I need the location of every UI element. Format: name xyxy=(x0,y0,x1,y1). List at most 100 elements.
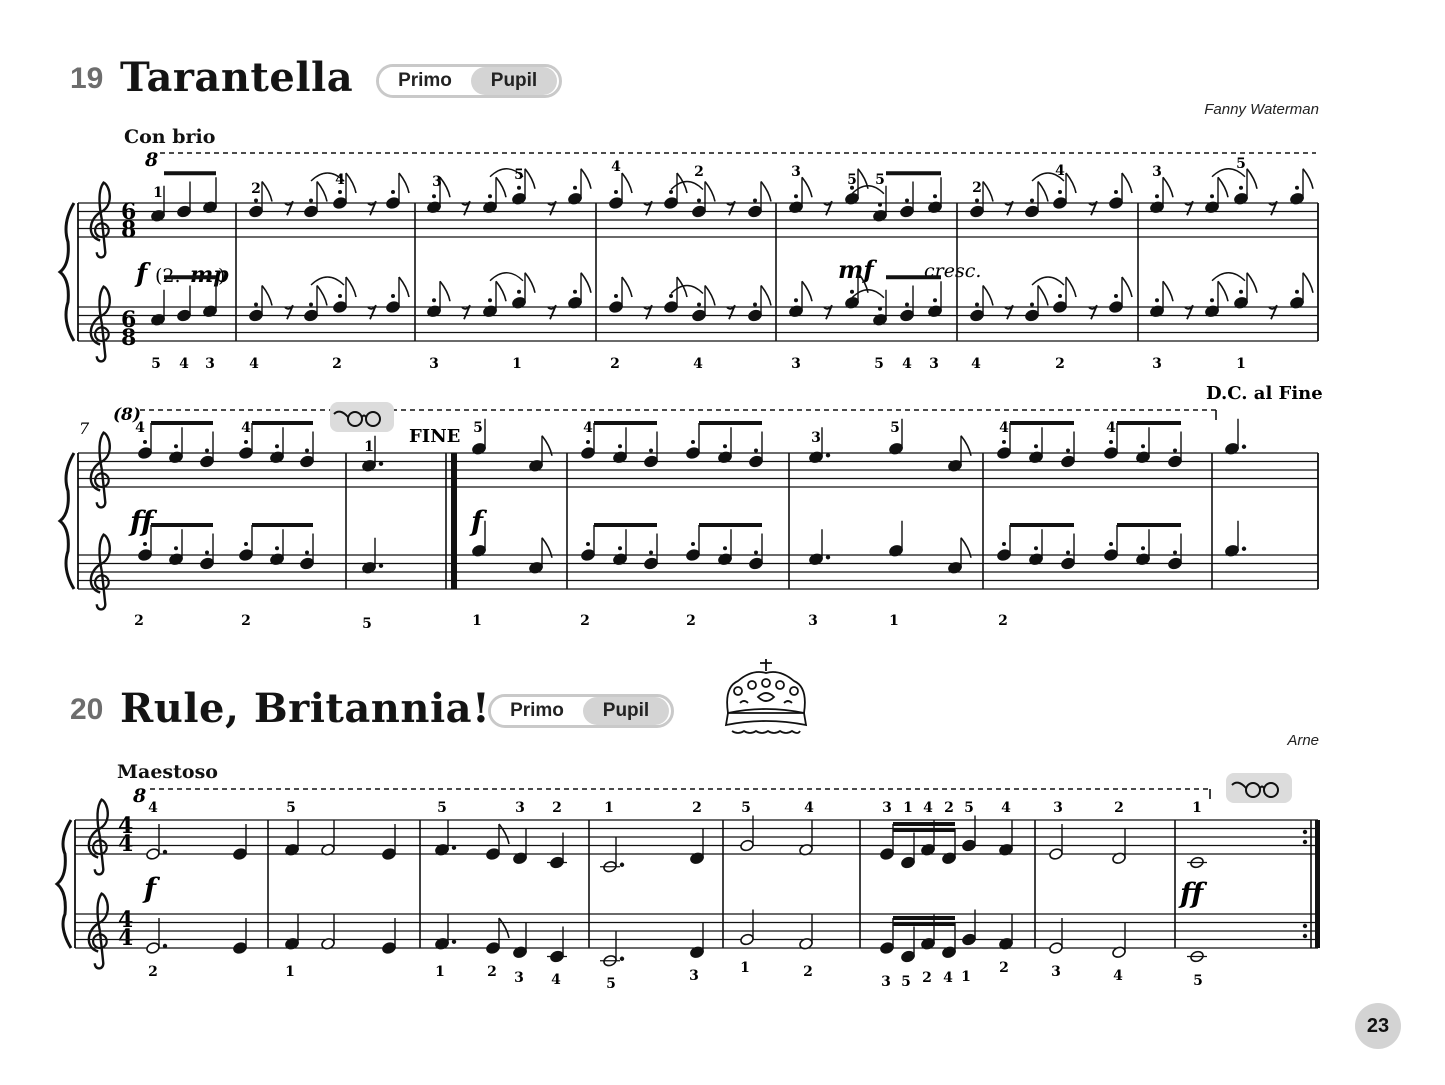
dynamic-forte: f xyxy=(134,259,151,289)
staccato-dot xyxy=(878,306,882,311)
notehead xyxy=(749,557,763,570)
staccato-dot xyxy=(975,302,979,307)
note-flag xyxy=(1302,168,1314,189)
fingering-number: 2 xyxy=(580,613,590,629)
fingering-number: 1 xyxy=(1192,800,1202,816)
toggle-pupil[interactable]: Pupil xyxy=(583,697,669,725)
notehead xyxy=(962,933,976,946)
notehead xyxy=(740,933,754,946)
notehead xyxy=(749,455,763,468)
fine-label: FINE xyxy=(409,426,460,447)
staccato-dot xyxy=(1155,194,1159,199)
fingering-number: 5 xyxy=(875,172,885,188)
staccato-dot xyxy=(975,198,979,203)
notehead xyxy=(664,301,678,313)
staccato-dot xyxy=(244,440,248,444)
fingering-number: 5 xyxy=(847,172,857,188)
time-sig-top-den: 4 xyxy=(118,831,133,857)
fingering-number: 4 xyxy=(611,159,621,175)
fingering-number: 5 xyxy=(286,800,296,816)
staccato-dot xyxy=(1109,542,1113,546)
dynamic-fortissimo: ff xyxy=(1178,877,1208,910)
notehead xyxy=(300,455,314,468)
notehead xyxy=(664,197,678,209)
staccato-dot xyxy=(309,198,313,203)
notehead xyxy=(239,549,253,561)
staccato-dot xyxy=(1141,546,1145,551)
measure-number: 7 xyxy=(79,419,90,438)
fingering-number: 3 xyxy=(1051,964,1061,980)
fingering-number: 1 xyxy=(604,800,614,816)
staccato-dot xyxy=(275,546,279,551)
staccato-dot xyxy=(586,440,590,444)
augmentation-dot xyxy=(378,461,384,466)
fingering-number: 5 xyxy=(1193,973,1203,989)
fingering-number: 1 xyxy=(889,613,899,629)
notehead xyxy=(1061,455,1075,468)
fingering-number: 2 xyxy=(241,613,251,629)
fingering-number: 5 xyxy=(151,356,161,372)
staccato-dot xyxy=(753,302,757,307)
fingering-number: 2 xyxy=(251,181,261,197)
slur xyxy=(489,272,524,282)
fingering-number: 2 xyxy=(694,164,704,180)
staccato-dot xyxy=(1114,294,1118,298)
toggle-primo[interactable]: Primo xyxy=(491,697,583,725)
composer: Arne xyxy=(1287,732,1319,749)
fingering-number: 4 xyxy=(923,800,933,816)
fingering-number: 2 xyxy=(610,356,620,372)
notehead xyxy=(382,848,396,860)
notehead xyxy=(692,309,706,322)
slur xyxy=(670,180,704,190)
augmentation-dot xyxy=(378,563,384,568)
slur xyxy=(1211,272,1246,282)
fingering-number: 1 xyxy=(435,964,445,980)
note-flag xyxy=(495,176,507,198)
fingering-number: 3 xyxy=(689,968,699,984)
staccato-dot xyxy=(1295,289,1299,294)
staccato-dot xyxy=(391,294,395,298)
notehead xyxy=(880,848,894,860)
note-flag xyxy=(1302,272,1314,293)
staccato-dot xyxy=(614,294,618,298)
note-flag xyxy=(760,181,772,202)
fingering-number: 3 xyxy=(515,800,525,816)
fingering-number: 5 xyxy=(362,616,372,632)
augmentation-dot xyxy=(162,849,168,855)
staccato-dot xyxy=(1002,542,1006,546)
staccato-dot xyxy=(1141,444,1145,449)
fingering-number: 5 xyxy=(514,167,524,183)
notehead xyxy=(609,197,623,209)
fingering-number: 3 xyxy=(882,800,892,816)
staccato-dot xyxy=(488,194,492,199)
fingering-number: 3 xyxy=(808,613,818,629)
fingering-number: 4 xyxy=(148,800,158,816)
notehead xyxy=(486,942,500,954)
notehead xyxy=(644,455,658,468)
dynamic-fortissimo: ff xyxy=(128,505,158,538)
staccato-dot xyxy=(1114,190,1118,194)
notehead xyxy=(1168,557,1182,570)
notehead xyxy=(138,549,152,561)
primo-pupil-toggle[interactable]: Primo Pupil xyxy=(488,694,674,728)
fingering-number: 4 xyxy=(1106,420,1116,436)
notehead xyxy=(1104,447,1118,459)
staccato-dot xyxy=(794,298,798,303)
staccato-dot xyxy=(1239,185,1243,190)
staccato-dot xyxy=(573,289,577,294)
note-flag xyxy=(621,172,633,194)
staccato-dot xyxy=(1058,190,1062,194)
staccato-dot xyxy=(1295,185,1299,190)
note-flag xyxy=(1162,280,1174,302)
notehead xyxy=(1104,549,1118,561)
staccato-dot xyxy=(1210,194,1214,199)
staccato-dot xyxy=(697,198,701,203)
staccato-dot xyxy=(697,302,701,307)
fingering-number: 5 xyxy=(473,420,483,436)
fingering-number: 4 xyxy=(999,420,1009,436)
time-sig-bot-den: 8 xyxy=(121,325,136,351)
notehead xyxy=(239,447,253,459)
staccato-dot xyxy=(753,198,757,203)
staccato-dot xyxy=(933,194,937,199)
note-flag xyxy=(524,272,536,293)
